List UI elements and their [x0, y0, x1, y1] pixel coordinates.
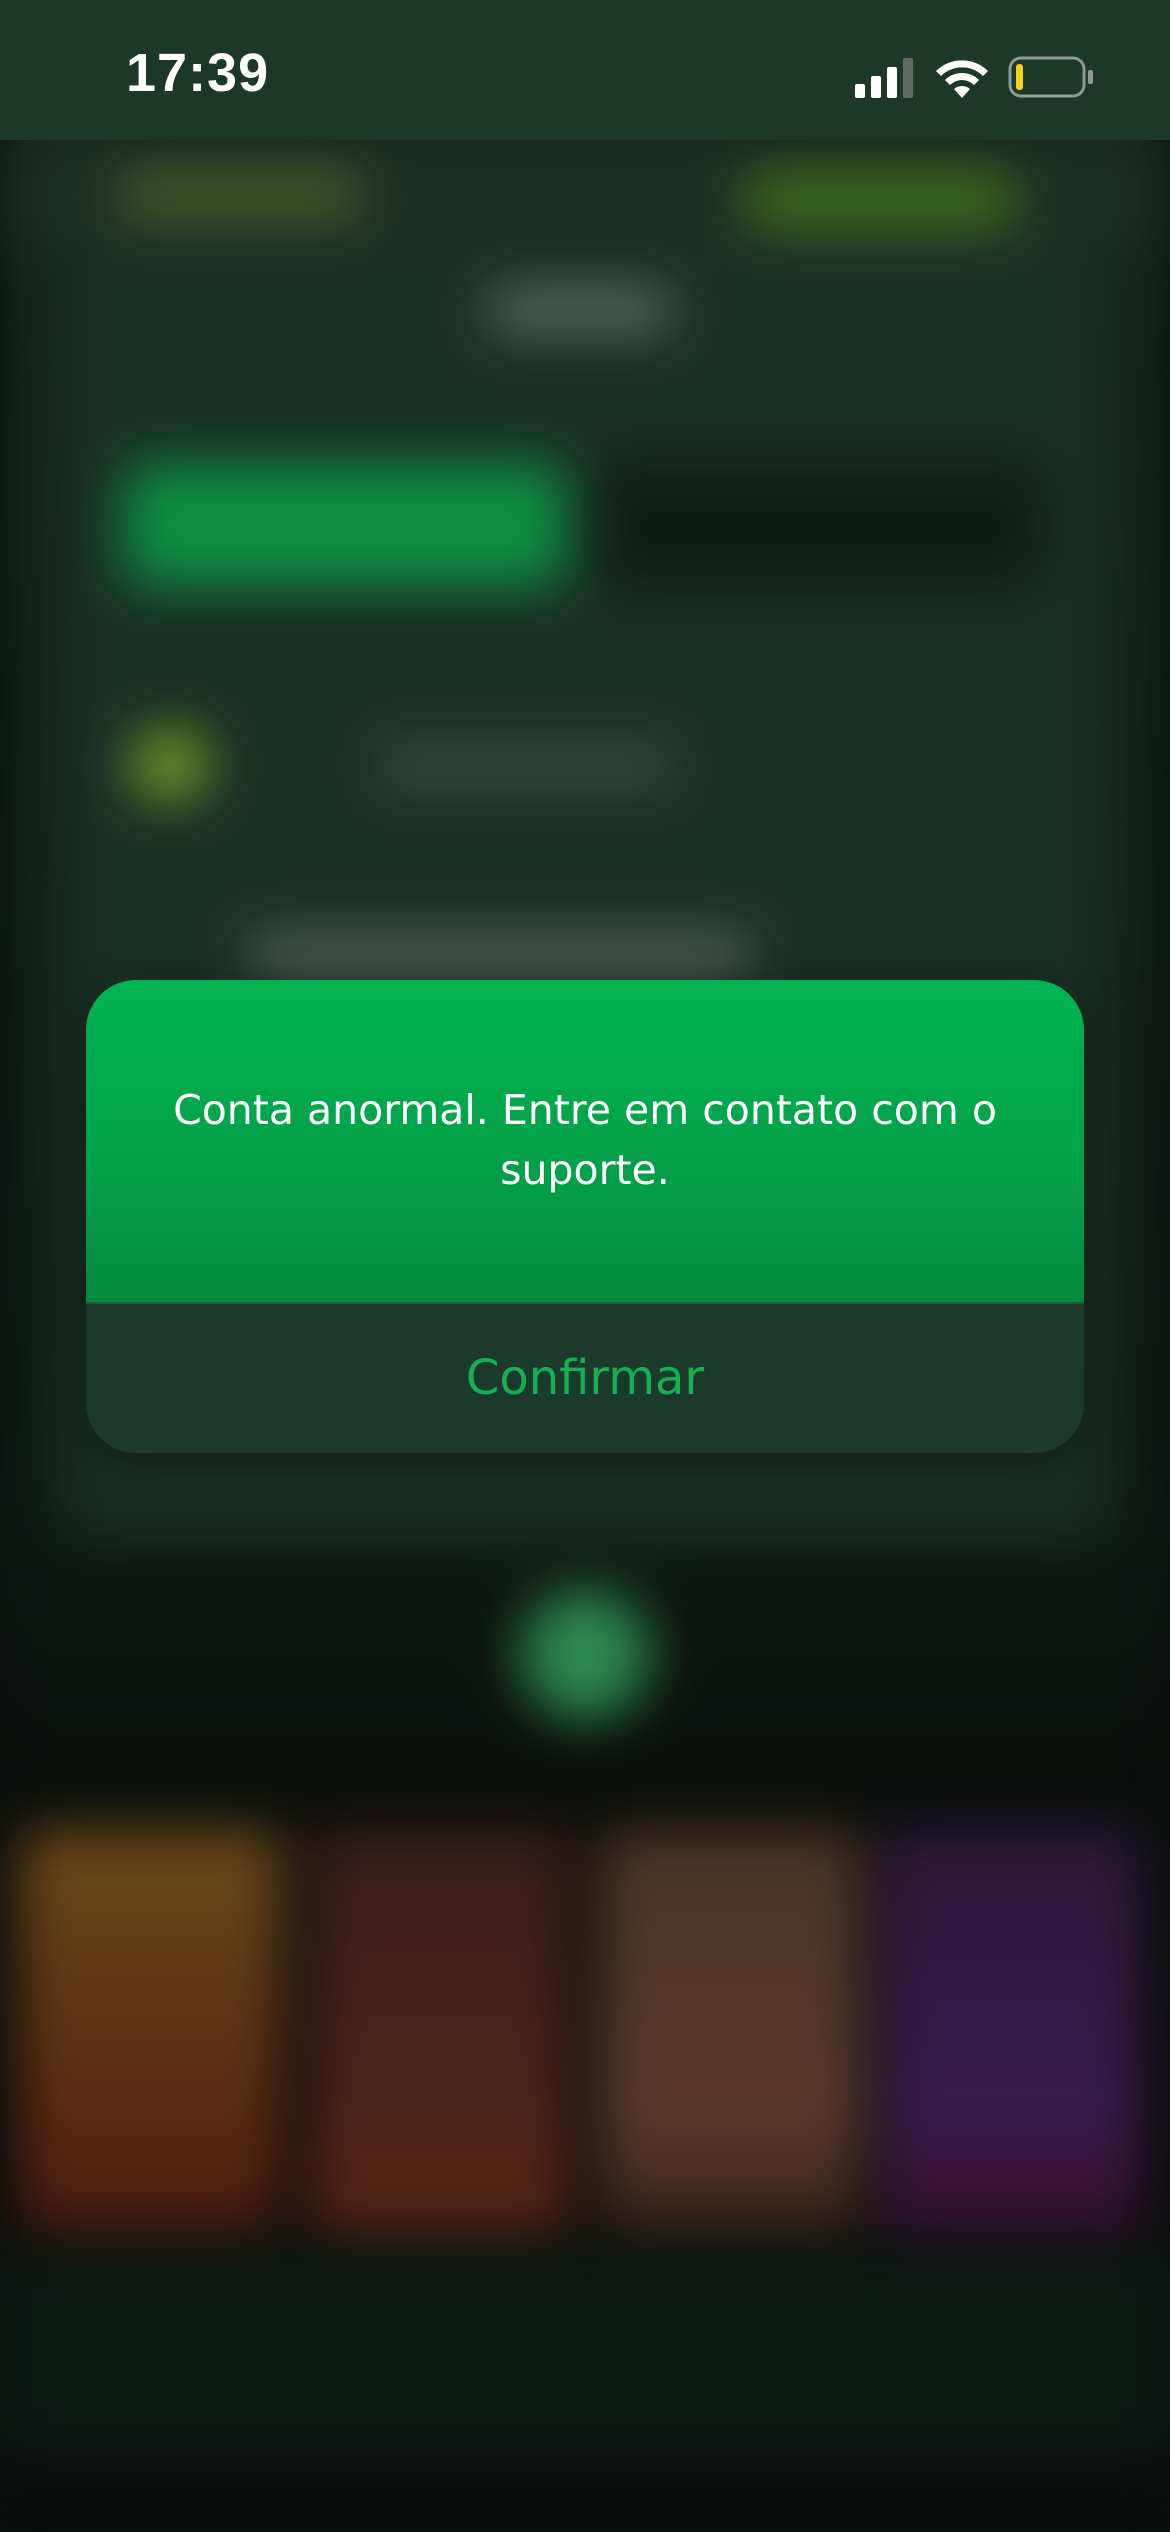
- background-tab-active: [125, 465, 565, 585]
- alert-dialog-body: Conta anormal. Entre em contato com o su…: [86, 980, 1084, 1302]
- alert-message: Conta anormal. Entre em contato com o su…: [173, 1086, 997, 1194]
- confirm-button[interactable]: Confirmar: [86, 1304, 1084, 1453]
- background-row-text: [380, 745, 670, 785]
- background-row-text: [250, 935, 750, 975]
- background-center-button: [520, 1590, 650, 1720]
- battery-low-icon: [1008, 56, 1093, 98]
- background-game-card: [600, 1830, 860, 2230]
- background-header-button: [740, 170, 1020, 230]
- alert-dialog: Conta anormal. Entre em contato com o su…: [86, 980, 1084, 1453]
- background-logo: [120, 170, 360, 220]
- background-tab: [600, 465, 1040, 585]
- wifi-icon: [936, 60, 988, 98]
- status-time: 17:39: [126, 43, 270, 103]
- background-game-card: [20, 1830, 280, 2230]
- background-panel-title: [490, 290, 670, 330]
- battery-level-fill: [1016, 64, 1023, 90]
- background-game-card: [880, 1830, 1140, 2230]
- confirm-button-label: Confirmar: [465, 1350, 705, 1406]
- background-bottom-nav: [0, 2250, 1170, 2450]
- status-bar: 17:39: [0, 0, 1170, 140]
- app-screen: 17:39 Conta anormal. Entre em contato co…: [0, 0, 1170, 2532]
- background-row-icon: [130, 730, 210, 800]
- cellular-signal-icon: [855, 58, 913, 98]
- background-game-card: [310, 1830, 570, 2230]
